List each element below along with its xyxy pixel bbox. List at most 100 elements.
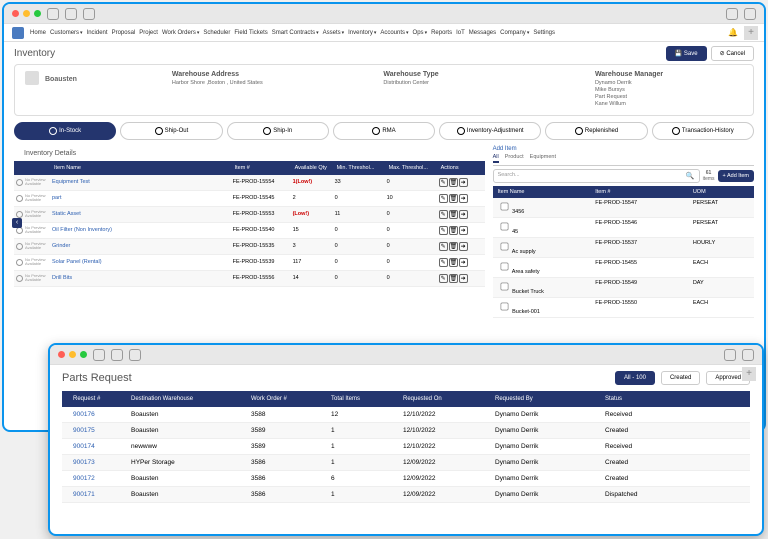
item-checkbox[interactable] — [500, 242, 508, 250]
delete-icon[interactable]: 🗑 — [449, 210, 458, 219]
list-item[interactable]: Area safetyFE-PROD-15455EACH — [493, 258, 754, 278]
forward-icon[interactable] — [83, 8, 95, 20]
more-icon[interactable]: ➜ — [459, 274, 468, 283]
nav-work-orders[interactable]: Work Orders — [162, 30, 199, 36]
nav-incident[interactable]: Incident — [87, 30, 108, 36]
logo-icon[interactable] — [12, 27, 24, 39]
nav-inventory[interactable]: Inventory — [348, 30, 376, 36]
tab-inventory-adjustment[interactable]: Inventory-Adjustment — [439, 122, 541, 140]
delete-icon[interactable]: 🗑 — [449, 274, 458, 283]
cancel-button[interactable]: ⊘ Cancel — [711, 46, 754, 61]
table-row[interactable]: 900174newwww3589112/10/2022Dynamo Derrik… — [62, 439, 750, 455]
table-row[interactable]: No PreviewAvailableGrinderFE-PROD-155353… — [14, 239, 485, 255]
list-item[interactable]: 3456FE-PROD-15547PERSEAT — [493, 198, 754, 218]
back-icon[interactable] — [65, 8, 77, 20]
sidebar-icon[interactable] — [129, 349, 141, 361]
bell-icon[interactable]: 🔔 — [728, 28, 738, 37]
nav-company[interactable]: Company — [500, 30, 529, 36]
nav-messages[interactable]: Messages — [469, 30, 496, 36]
list-item[interactable]: Bucket TruckFE-PROD-15549DAY — [493, 278, 754, 298]
col-name[interactable]: Item Name — [52, 165, 233, 171]
tab-replenished[interactable]: Replenished — [545, 122, 647, 140]
request-link[interactable]: 900173 — [70, 459, 128, 466]
tab-rma[interactable]: RMA — [333, 122, 435, 140]
table-row[interactable]: No PreviewAvailableDrill BitsFE-PROD-155… — [14, 271, 485, 287]
request-link[interactable]: 900171 — [70, 491, 128, 498]
request-link[interactable]: 900172 — [70, 475, 128, 482]
item-name[interactable]: Grinder — [52, 243, 233, 249]
maximize-icon[interactable] — [34, 10, 41, 17]
tab-ship-out[interactable]: Ship-Out — [120, 122, 222, 140]
item-name[interactable]: Equipment Test — [52, 179, 233, 185]
scroll-left-icon[interactable]: ‹ — [12, 218, 22, 228]
subtab-equipment[interactable]: Equipment — [530, 154, 556, 163]
filter-all[interactable]: All - 100 — [615, 371, 655, 385]
nav-assets[interactable]: Assets — [323, 30, 345, 36]
tab-transaction-history[interactable]: Transaction-History — [652, 122, 754, 140]
back-icon[interactable] — [93, 349, 105, 361]
close-icon[interactable] — [12, 10, 19, 17]
share-icon[interactable] — [726, 8, 738, 20]
more-icon[interactable]: ➜ — [459, 194, 468, 203]
item-checkbox[interactable] — [500, 262, 508, 270]
edit-icon[interactable]: ✎ — [439, 210, 448, 219]
edit-icon[interactable]: ✎ — [439, 258, 448, 267]
delete-icon[interactable]: 🗑 — [449, 194, 458, 203]
save-button[interactable]: 💾 Save — [666, 46, 707, 61]
delete-icon[interactable]: 🗑 — [449, 226, 458, 235]
edit-icon[interactable]: ✎ — [439, 226, 448, 235]
list-item[interactable]: 45FE-PROD-15546PERSEAT — [493, 218, 754, 238]
table-row[interactable]: 900175Boausten3589112/10/2022Dynamo Derr… — [62, 423, 750, 439]
table-row[interactable]: 900171Boausten3586112/09/2022Dynamo Derr… — [62, 487, 750, 503]
more-icon[interactable]: ➜ — [459, 178, 468, 187]
nav-ops[interactable]: Ops — [413, 30, 428, 36]
nav-settings[interactable]: Settings — [533, 30, 555, 36]
nav-home[interactable]: Home — [30, 30, 46, 36]
minimize-icon[interactable] — [23, 10, 30, 17]
item-name[interactable]: part — [52, 195, 233, 201]
nav-accounts[interactable]: Accounts — [380, 30, 408, 36]
table-row[interactable]: No PreviewAvailableOil Filter (Non Inven… — [14, 223, 485, 239]
delete-icon[interactable]: 🗑 — [449, 178, 458, 187]
close-icon[interactable] — [58, 351, 65, 358]
item-name[interactable]: Oil Filter (Non Inventory) — [52, 227, 233, 233]
nav-field-tickets[interactable]: Field Tickets — [234, 30, 267, 36]
list-item[interactable]: Bucket-001FE-PROD-15550EACH — [493, 298, 754, 318]
col-max[interactable]: Max. Threshol... — [387, 165, 439, 171]
edit-icon[interactable]: ✎ — [439, 242, 448, 251]
table-row[interactable]: No PreviewAvailableStatic AssetFE-PROD-1… — [14, 207, 485, 223]
edit-icon[interactable]: ✎ — [439, 274, 448, 283]
col-qty[interactable]: Available Qty — [293, 165, 335, 171]
nav-smart-contracts[interactable]: Smart Contracts — [272, 30, 319, 36]
edit-icon[interactable]: ✎ — [439, 194, 448, 203]
col-item[interactable]: Item # — [233, 165, 293, 171]
subtab-product[interactable]: Product — [505, 154, 524, 163]
request-link[interactable]: 900176 — [70, 411, 128, 418]
item-checkbox[interactable] — [500, 222, 508, 230]
more-icon[interactable]: ➜ — [459, 226, 468, 235]
subtab-all[interactable]: All — [493, 154, 499, 163]
forward-icon[interactable] — [111, 349, 123, 361]
item-name[interactable]: Static Asset — [52, 211, 233, 217]
nav-iot[interactable]: IoT — [456, 30, 465, 36]
table-row[interactable]: 900172Boausten3586612/09/2022Dynamo Derr… — [62, 471, 750, 487]
col-min[interactable]: Min. Threshol... — [335, 165, 387, 171]
table-row[interactable]: No PreviewAvailableEquipment TestFE-PROD… — [14, 175, 485, 191]
nav-scheduler[interactable]: Scheduler — [203, 30, 230, 36]
list-item[interactable]: Ac supplyFE-PROD-15537HOURLY — [493, 238, 754, 258]
tab-ship-in[interactable]: Ship-In — [227, 122, 329, 140]
delete-icon[interactable]: 🗑 — [449, 242, 458, 251]
edit-icon[interactable]: ✎ — [439, 178, 448, 187]
item-name[interactable]: Solar Panel (Rental) — [52, 259, 233, 265]
nav-proposal[interactable]: Proposal — [112, 30, 136, 36]
nav-project[interactable]: Project — [139, 30, 158, 36]
nav-reports[interactable]: Reports — [431, 30, 452, 36]
filter-created[interactable]: Created — [661, 371, 700, 385]
table-row[interactable]: 900173HYPer Storage3586112/09/2022Dynamo… — [62, 455, 750, 471]
table-row[interactable]: No PreviewAvailablepartFE-PROD-155452010… — [14, 191, 485, 207]
new-tab-icon[interactable]: + — [742, 367, 756, 381]
search-input[interactable]: Search... 🔍 — [493, 169, 700, 183]
copy-icon[interactable] — [742, 349, 754, 361]
table-row[interactable]: 900176Boausten35881212/10/2022Dynamo Der… — [62, 407, 750, 423]
more-icon[interactable]: ➜ — [459, 258, 468, 267]
